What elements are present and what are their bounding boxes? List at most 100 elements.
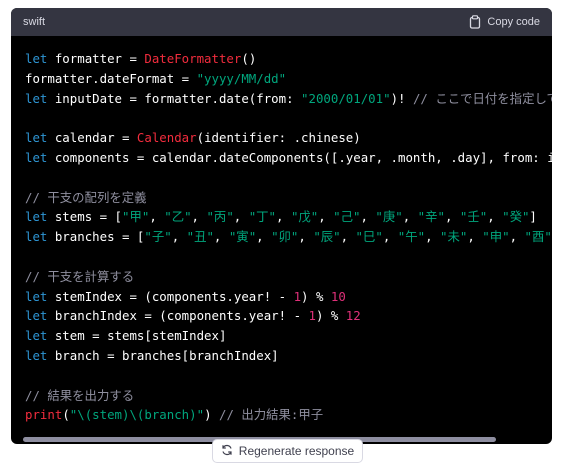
code-string: "壬" xyxy=(460,209,487,224)
code-string: "甲" xyxy=(122,209,149,224)
code-string: "庚" xyxy=(375,209,402,224)
code-plain: , xyxy=(425,229,440,244)
code-string: "丑" xyxy=(187,229,214,244)
code-plain: , xyxy=(276,209,291,224)
code-string: "巳" xyxy=(356,229,383,244)
code-plain: , xyxy=(172,229,187,244)
code-plain: ) % xyxy=(301,289,331,304)
code-plain: , xyxy=(383,229,398,244)
code-keyword: let xyxy=(25,229,47,244)
code-string: "辰" xyxy=(313,229,340,244)
code-line: let branches = ["子", "丑", "寅", "卯", "辰",… xyxy=(25,227,552,247)
code-keyword: let xyxy=(25,308,47,323)
code-keyword: let xyxy=(25,348,47,363)
code-plain: inputDate = formatter.date(from: xyxy=(47,91,301,106)
code-line: let formatter = DateFormatter() xyxy=(25,49,552,69)
code-string: "午" xyxy=(398,229,425,244)
code-line: let calendar = Calendar(identifier: .chi… xyxy=(25,128,552,148)
code-line: let components = calendar.dateComponents… xyxy=(25,148,552,168)
code-keyword: let xyxy=(25,328,47,343)
code-plain: , xyxy=(510,229,525,244)
code-comment: // 干支を計算する xyxy=(25,269,134,284)
code-plain: stem = stems[stemIndex] xyxy=(47,328,226,343)
code-line: print("\(stem)\(branch)") // 出力結果:甲子 xyxy=(25,405,552,425)
code-string: "癸" xyxy=(502,209,529,224)
code-plain: stemIndex = (components.year! - xyxy=(47,289,293,304)
code-line: // 結果を出力する xyxy=(25,386,552,406)
code-plain: , xyxy=(318,209,333,224)
code-keyword: let xyxy=(25,289,47,304)
code-plain: formatter = xyxy=(47,51,144,66)
regenerate-response-label: Regenerate response xyxy=(239,444,354,458)
code-string: "申" xyxy=(482,229,509,244)
code-string: "己" xyxy=(333,209,360,224)
code-line: let inputDate = formatter.date(from: "20… xyxy=(25,89,552,109)
code-language-label: swift xyxy=(23,16,45,28)
code-keyword: let xyxy=(25,51,47,66)
code-plain: branch = branches[branchIndex] xyxy=(47,348,278,363)
code-line xyxy=(25,247,552,267)
code-string: "辛" xyxy=(418,209,445,224)
code-plain: components = calendar.dateComponents([.y… xyxy=(47,150,552,165)
code-plain: branches = [ xyxy=(47,229,144,244)
code-line xyxy=(25,366,552,386)
code-plain: , xyxy=(192,209,207,224)
code-plain: , xyxy=(360,209,375,224)
code-plain: , xyxy=(403,209,418,224)
code-line: // 干支を計算する xyxy=(25,267,552,287)
code-type: print xyxy=(25,407,62,422)
code-plain: () xyxy=(241,51,256,66)
code-plain: ] xyxy=(529,209,536,224)
code-plain: , xyxy=(445,209,460,224)
code-line: // 干支の配列を定義 xyxy=(25,188,552,208)
code-content[interactable]: let formatter = DateFormatter()formatter… xyxy=(11,36,552,436)
code-plain: stems = [ xyxy=(47,209,122,224)
code-plain: , xyxy=(149,209,164,224)
code-string: "戊" xyxy=(291,209,318,224)
code-string: "子" xyxy=(144,229,171,244)
code-comment: // 干支の配列を定義 xyxy=(25,190,147,205)
code-string: "\(stem)\(branch)" xyxy=(70,407,204,422)
code-plain: formatter.dateFormat = xyxy=(25,71,197,86)
code-line: let stem = stems[stemIndex] xyxy=(25,326,552,346)
code-line: let branch = branches[branchIndex] xyxy=(25,346,552,366)
code-type: Calendar xyxy=(137,130,197,145)
code-plain: , xyxy=(234,209,249,224)
code-string: "丙" xyxy=(206,209,233,224)
code-text: let formatter = DateFormatter()formatter… xyxy=(11,36,552,425)
code-plain: ) xyxy=(204,407,219,422)
code-string: "2000/01/01" xyxy=(301,91,391,106)
code-number: 1 xyxy=(308,308,315,323)
code-string: "未" xyxy=(440,229,467,244)
code-plain: ( xyxy=(62,407,69,422)
code-keyword: let xyxy=(25,130,47,145)
code-line: formatter.dateFormat = "yyyy/MM/dd" xyxy=(25,69,552,89)
code-plain: ) % xyxy=(316,308,346,323)
code-string: "卯" xyxy=(271,229,298,244)
code-plain: , xyxy=(298,229,313,244)
code-number: 12 xyxy=(346,308,361,323)
code-line xyxy=(25,108,552,128)
code-string: "丁" xyxy=(249,209,276,224)
code-string: "yyyy/MM/dd" xyxy=(197,71,287,86)
code-plain: calendar = xyxy=(47,130,137,145)
code-keyword: let xyxy=(25,91,47,106)
refresh-icon xyxy=(221,444,233,459)
code-plain: , xyxy=(487,209,502,224)
code-plain: branchIndex = (components.year! - xyxy=(47,308,308,323)
code-plain: , xyxy=(467,229,482,244)
code-block: swift Copy code let formatter = DateForm… xyxy=(11,8,552,444)
code-block-header: swift Copy code xyxy=(11,8,552,36)
copy-code-button[interactable]: Copy code xyxy=(469,15,540,29)
code-string: "寅" xyxy=(229,229,256,244)
code-plain: , xyxy=(256,229,271,244)
clipboard-icon xyxy=(469,15,481,29)
code-comment: // 結果を出力する xyxy=(25,388,134,403)
code-line xyxy=(25,168,552,188)
code-plain: (identifier: .chinese) xyxy=(197,130,361,145)
code-plain: )! xyxy=(391,91,413,106)
copy-code-label: Copy code xyxy=(487,16,540,28)
regenerate-response-button[interactable]: Regenerate response xyxy=(212,439,363,463)
code-line: let stems = ["甲", "乙", "丙", "丁", "戊", "己… xyxy=(25,207,552,227)
code-line: let stemIndex = (components.year! - 1) %… xyxy=(25,287,552,307)
